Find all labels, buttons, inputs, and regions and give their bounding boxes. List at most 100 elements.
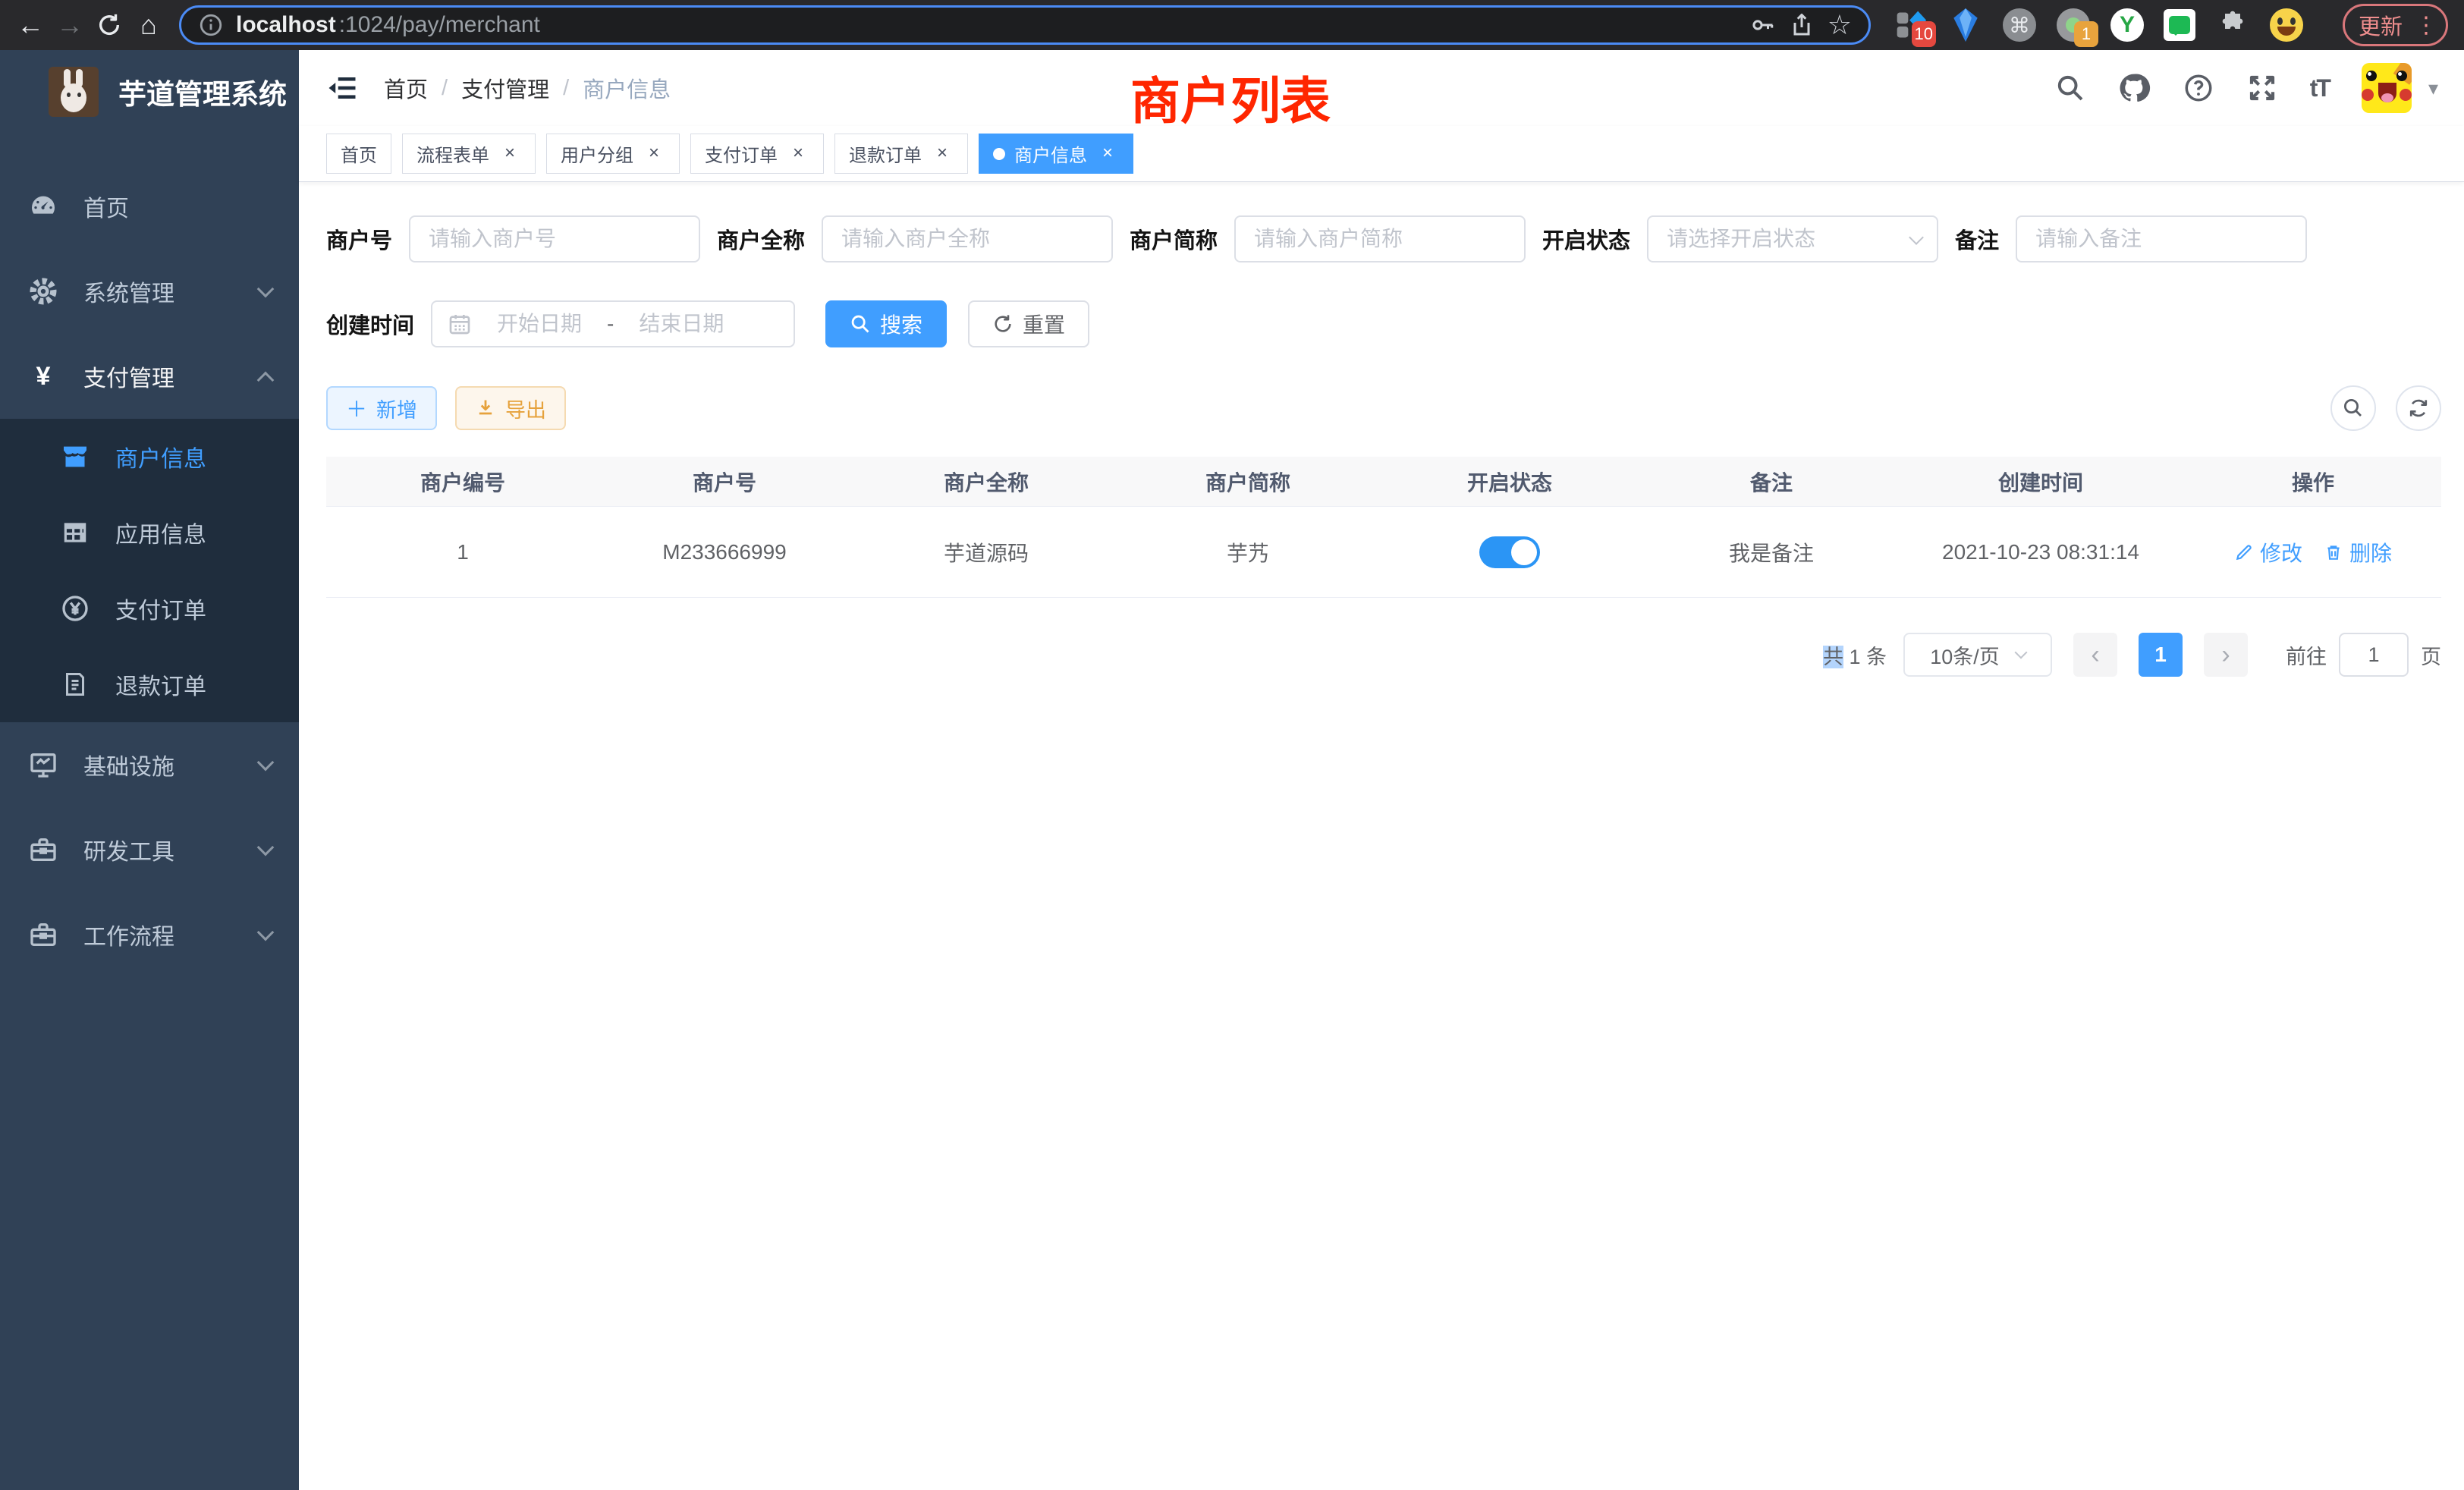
- date-range-picker[interactable]: -: [431, 300, 795, 347]
- yen-icon: ¥: [26, 362, 61, 391]
- start-date-input[interactable]: [479, 312, 599, 336]
- reset-button[interactable]: 重置: [968, 300, 1089, 347]
- extension-y-icon[interactable]: Y: [2110, 8, 2144, 42]
- font-size-icon[interactable]: tT: [2310, 74, 2330, 102]
- bookmark-star-icon[interactable]: ☆: [1828, 11, 1852, 39]
- add-button[interactable]: ＋ 新增: [326, 386, 437, 430]
- filter-row-2: 创建时间 - 搜索 重置: [326, 300, 2441, 347]
- prev-page-button[interactable]: ‹: [2073, 633, 2117, 677]
- merchant-no-input[interactable]: [409, 215, 700, 262]
- cell-merchant-id: 1: [326, 540, 599, 564]
- merchant-table: 商户编号 商户号 商户全称 商户简称 开启状态 备注 创建时间 操作 1 M23…: [326, 457, 2441, 598]
- sidebar-item-workflow[interactable]: 工作流程: [0, 892, 299, 977]
- sidebar-item-home[interactable]: 首页: [0, 164, 299, 249]
- full-name-input[interactable]: [822, 215, 1113, 262]
- notification-badge: 1: [2074, 21, 2098, 47]
- sidebar-item-refund-order[interactable]: 退款订单: [0, 646, 299, 722]
- breadcrumb-section[interactable]: 支付管理: [461, 72, 549, 104]
- browser-forward-button[interactable]: →: [50, 5, 90, 45]
- page-size-select[interactable]: 10条/页: [1903, 633, 2052, 677]
- browser-reload-button[interactable]: [90, 5, 129, 45]
- extension-diamond-icon[interactable]: 10: [1894, 8, 1928, 42]
- sidebar-item-pay[interactable]: ¥ 支付管理: [0, 334, 299, 419]
- toggle-search-button[interactable]: [2330, 385, 2376, 431]
- goto-page-input[interactable]: [2339, 633, 2409, 677]
- url-bar[interactable]: localhost :1024/pay/merchant ☆: [179, 5, 1871, 45]
- github-icon[interactable]: [2117, 71, 2151, 105]
- avatar-caret-icon[interactable]: ▾: [2428, 77, 2438, 100]
- status-select[interactable]: [1647, 215, 1938, 262]
- browser-update-button[interactable]: 更新 ⋮: [2343, 4, 2448, 46]
- search-icon: [2342, 397, 2365, 420]
- end-date-input[interactable]: [621, 312, 741, 336]
- download-icon: [475, 398, 496, 419]
- sidebar-item-infra[interactable]: 基础设施: [0, 722, 299, 807]
- extension-pin-icon[interactable]: [1948, 8, 1983, 42]
- sidebar-item-app-info[interactable]: 应用信息: [0, 495, 299, 571]
- tab-home[interactable]: 首页: [326, 134, 391, 174]
- close-icon[interactable]: ×: [643, 143, 665, 165]
- fullscreen-icon[interactable]: [2246, 72, 2278, 104]
- tab-merchant-info[interactable]: 商户信息 ×: [979, 134, 1133, 174]
- sidebar-item-label: 支付管理: [83, 360, 174, 393]
- sidebar-item-pay-order[interactable]: 支付订单: [0, 571, 299, 646]
- help-icon[interactable]: [2183, 72, 2214, 104]
- coin-yen-icon: [58, 593, 93, 624]
- next-page-button[interactable]: ›: [2204, 633, 2248, 677]
- extension-chat-icon[interactable]: [2164, 9, 2195, 41]
- grid-icon: [58, 518, 93, 547]
- active-dot-icon: [993, 148, 1005, 160]
- toggle-knob: [1511, 539, 1537, 565]
- remark-input[interactable]: [2016, 215, 2307, 262]
- short-name-input[interactable]: [1234, 215, 1526, 262]
- field-label: 商户号: [326, 223, 392, 255]
- status-select-input[interactable]: [1647, 215, 1938, 262]
- current-page-button[interactable]: 1: [2139, 633, 2183, 677]
- chevron-down-icon: [257, 281, 275, 298]
- browser-menu-dots-icon[interactable]: ⋮: [2415, 12, 2438, 39]
- page-title-annotation: 商户列表: [1130, 61, 1331, 134]
- sidebar-item-merchant-info[interactable]: 商户信息: [0, 419, 299, 495]
- extension-notifier-icon[interactable]: 1: [2056, 8, 2091, 42]
- password-key-icon[interactable]: [1749, 11, 1776, 39]
- close-icon[interactable]: ×: [931, 143, 954, 165]
- trash-icon: [2324, 542, 2343, 562]
- tab-user-group[interactable]: 用户分组 ×: [546, 134, 680, 174]
- close-icon[interactable]: ×: [787, 143, 809, 165]
- sidebar-item-devtools[interactable]: 研发工具: [0, 807, 299, 892]
- close-icon[interactable]: ×: [1096, 143, 1119, 165]
- tab-pay-order[interactable]: 支付订单 ×: [690, 134, 824, 174]
- browser-back-button[interactable]: ←: [11, 5, 50, 45]
- filter-create-time: 创建时间 -: [326, 300, 795, 347]
- app: 芋道管理系统 首页 系统管理 ¥ 支付管: [0, 50, 2464, 1490]
- store-icon: [58, 442, 93, 472]
- cell-full-name: 芋道源码: [850, 537, 1123, 567]
- search-icon[interactable]: [2055, 73, 2085, 103]
- profile-avatar[interactable]: [2270, 8, 2303, 42]
- edit-link[interactable]: 修改: [2234, 537, 2302, 567]
- tab-process-form[interactable]: 流程表单 ×: [402, 134, 536, 174]
- close-icon[interactable]: ×: [498, 143, 521, 165]
- tab-refund-order[interactable]: 退款订单 ×: [834, 134, 968, 174]
- breadcrumb-separator: /: [563, 76, 569, 101]
- user-avatar[interactable]: [2362, 63, 2412, 113]
- sidebar-item-label: 基础设施: [83, 748, 174, 781]
- sidebar-item-label: 研发工具: [83, 833, 174, 866]
- main-area: 商户列表 首页 / 支付管理 / 商户信息 tT: [299, 50, 2464, 1490]
- export-button[interactable]: 导出: [455, 386, 566, 430]
- delete-link[interactable]: 删除: [2324, 537, 2392, 567]
- browser-home-button[interactable]: ⌂: [129, 5, 168, 45]
- share-icon[interactable]: [1788, 11, 1815, 39]
- extension-cmd-icon[interactable]: ⌘: [2003, 8, 2036, 42]
- breadcrumb-home[interactable]: 首页: [384, 72, 428, 104]
- column-header: 创建时间: [1897, 467, 2185, 497]
- extensions-puzzle-icon[interactable]: [2215, 8, 2250, 42]
- logo-row[interactable]: 芋道管理系统: [0, 50, 299, 132]
- sidebar-collapse-icon[interactable]: [326, 72, 358, 104]
- refresh-table-button[interactable]: [2396, 385, 2441, 431]
- search-button[interactable]: 搜索: [825, 300, 947, 347]
- sidebar-item-system[interactable]: 系统管理: [0, 249, 299, 334]
- status-toggle[interactable]: [1479, 536, 1540, 568]
- column-header: 商户编号: [326, 467, 599, 497]
- app-title: 芋道管理系统: [118, 71, 287, 112]
